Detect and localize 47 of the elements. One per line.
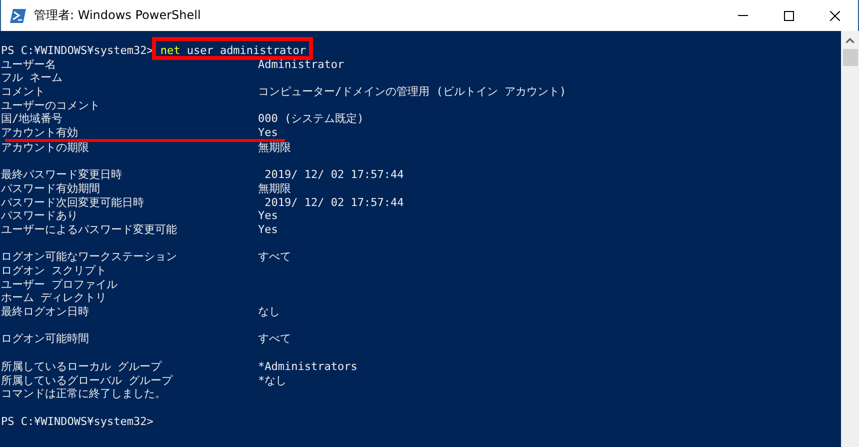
field-value: Yes — [258, 126, 278, 140]
field-label: ユーザー名 — [1, 58, 57, 72]
field-value: *Administrators — [258, 360, 358, 374]
field-label: 最終ログオン日時 — [1, 305, 90, 319]
field-value: 2019/ 12/ 02 17:57:44 — [264, 196, 404, 210]
powershell-icon — [10, 8, 26, 22]
field-label: フル ネーム — [1, 71, 64, 86]
status-message: コマンドは正常に終了しました。 — [1, 387, 166, 401]
field-label: パスワードあり — [1, 209, 79, 223]
field-label: 所属しているローカル グループ — [1, 360, 162, 374]
field-label: ユーザーによるパスワード変更可能 — [1, 222, 178, 237]
field-label: 所属しているグローバル グループ — [1, 374, 174, 388]
command-text: net user administrator — [160, 44, 306, 57]
field-label: パスワード有効期間 — [1, 182, 101, 196]
field-label: ユーザー プロファイル — [1, 278, 119, 292]
window-title: 管理者: Windows PowerShell — [34, 7, 202, 24]
field-label: アカウントの期限 — [1, 140, 90, 154]
close-icon — [830, 10, 840, 20]
field-label: ユーザーのコメント — [1, 98, 101, 112]
field-value: 000 (システム既定) — [258, 112, 364, 126]
maximize-icon — [784, 10, 794, 20]
field-label: ログオン可能なワークステーション — [1, 250, 178, 264]
field-value: Administrator — [258, 58, 344, 72]
prompt-text: PS C:¥WINDOWS¥system32> — [1, 44, 154, 58]
prompt-text: PS C:¥WINDOWS¥system32> — [1, 414, 154, 428]
field-value: Yes — [258, 222, 278, 237]
field-label: ログオン可能時間 — [1, 332, 90, 346]
scrollbar[interactable] — [841, 31, 859, 447]
scrollbar-thumb[interactable] — [842, 49, 858, 66]
field-label: コメント — [1, 85, 46, 99]
field-value: Yes — [258, 209, 278, 223]
minimize-icon — [738, 15, 748, 16]
field-value: 無期限 — [258, 140, 291, 154]
field-label: アカウント有効 — [1, 126, 79, 140]
field-value: コンピューター/ドメインの管理用 (ビルトイン アカウント) — [258, 85, 566, 99]
field-label: ログオン スクリプト — [1, 264, 108, 278]
field-label: パスワード次回変更可能日時 — [1, 196, 145, 210]
field-value: すべて — [258, 250, 291, 264]
field-value: *なし — [258, 374, 287, 388]
field-label: ホーム ディレクトリ — [1, 291, 108, 306]
field-value: 無期限 — [258, 182, 291, 196]
field-value: 2019/ 12/ 02 17:57:44 — [264, 168, 404, 182]
field-label: 最終パスワード変更日時 — [1, 168, 123, 182]
field-value: すべて — [258, 332, 291, 346]
field-value: なし — [258, 305, 280, 319]
caret-up-icon — [846, 38, 854, 42]
field-label: 国/地域番号 — [1, 112, 64, 126]
